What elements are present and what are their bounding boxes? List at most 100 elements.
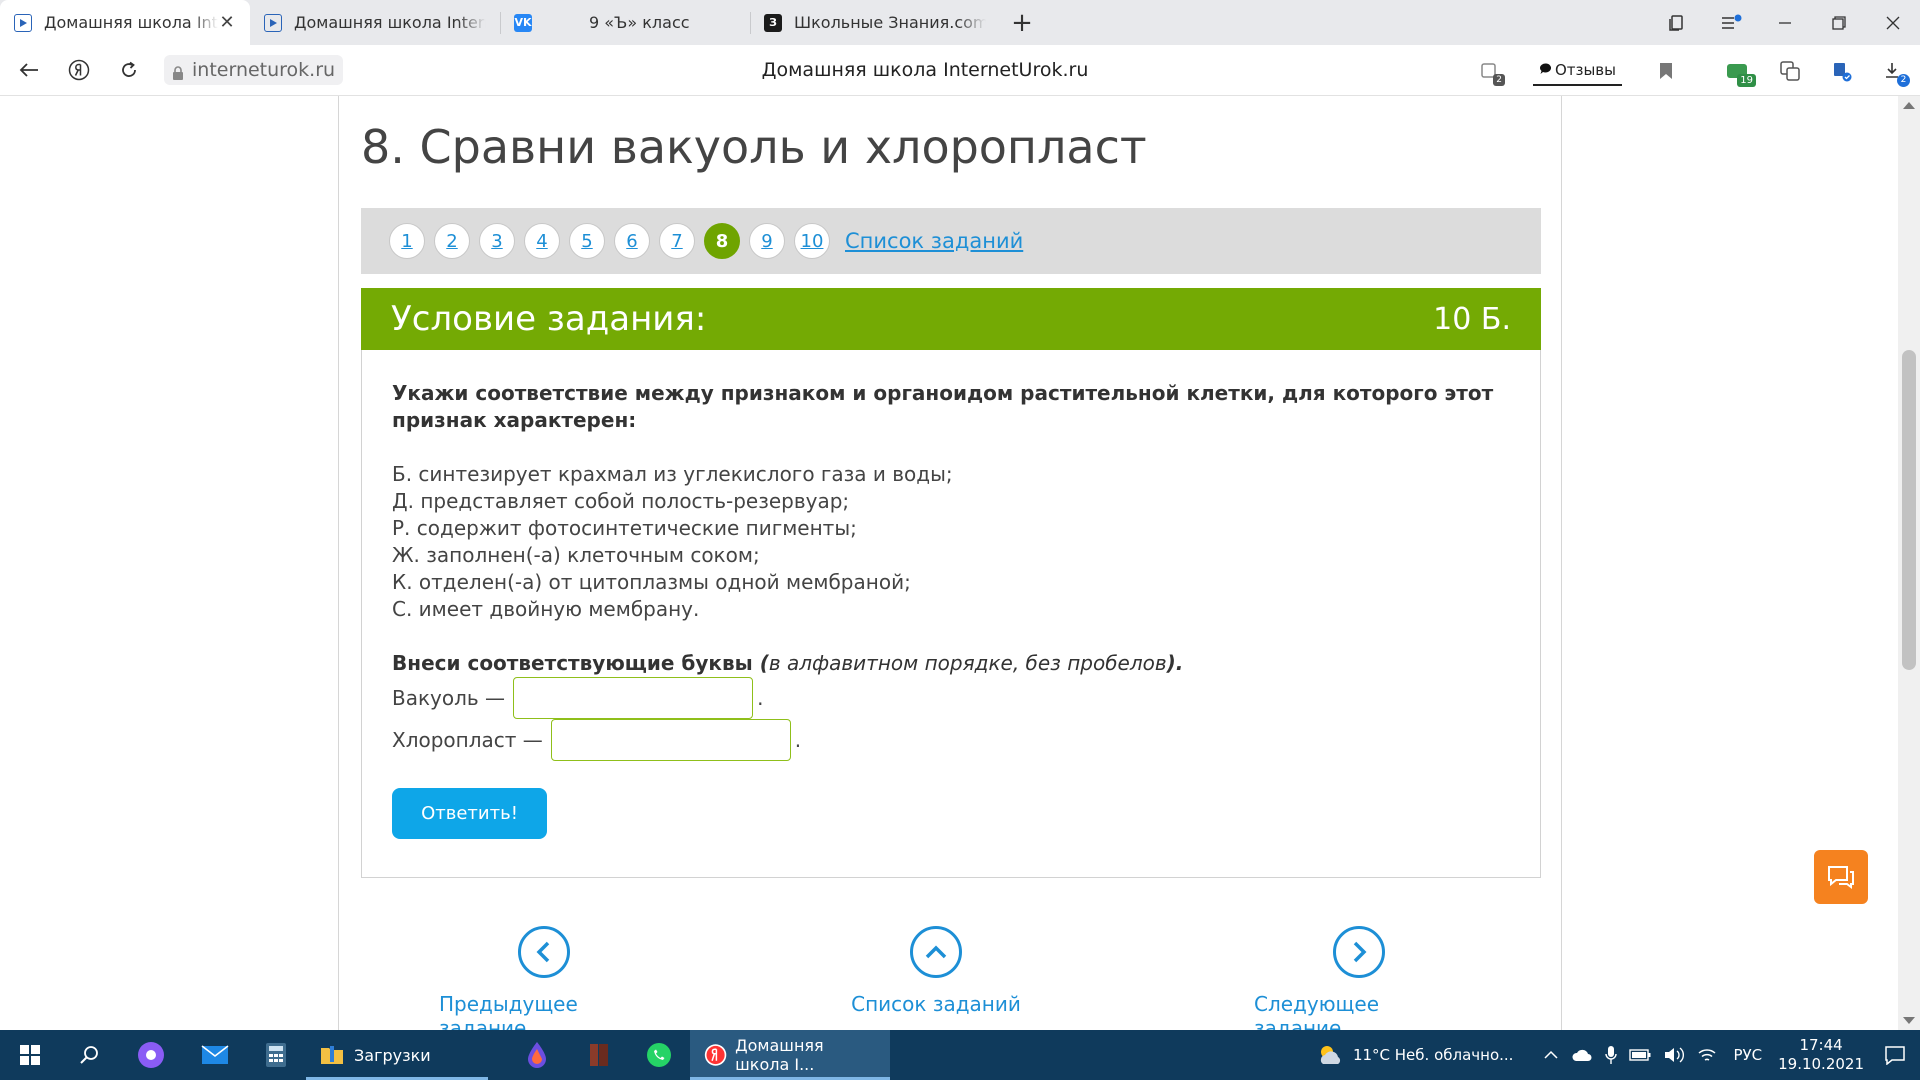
vk-icon: VK [514, 13, 532, 32]
speech-bubble-icon [1539, 61, 1552, 79]
chevron-up-icon [910, 926, 962, 978]
answer-label: Хлоропласт — [392, 728, 543, 752]
droplet-app-icon[interactable] [502, 1030, 572, 1080]
tabs-counter-icon[interactable]: 2 [1463, 45, 1515, 96]
reload-icon[interactable] [104, 45, 154, 96]
alice-assistant-icon[interactable] [118, 1030, 184, 1080]
volume-icon[interactable] [1657, 1030, 1691, 1080]
translate-icon[interactable] [1764, 45, 1816, 96]
mail-count-badge: 19 [1737, 74, 1756, 87]
url-field[interactable]: interneturok.ru [164, 55, 344, 85]
scroll-down-arrow-icon[interactable] [1903, 1017, 1915, 1024]
answer-dot: . [794, 728, 802, 752]
page-scrollbar[interactable] [1898, 96, 1920, 1030]
address-bar: interneturok.ru Домашняя школа InternetU… [0, 45, 1920, 96]
prev-task-label: Предыдущее задание [439, 992, 578, 1030]
books-app-icon[interactable] [572, 1030, 628, 1080]
answer-row-chloroplast: Хлоропласт — . [392, 719, 1510, 761]
answer-label: Вакуоль — [392, 686, 506, 710]
pager-item-4[interactable]: 4 [524, 223, 560, 259]
paren-open: ( [759, 651, 769, 675]
tab-znania[interactable]: З Школьные Знания.com - Р [750, 0, 1000, 45]
content-card: 8. Сравни вакуоль и хлоропласт 1 2 3 4 5… [338, 96, 1562, 1030]
prev-task-link[interactable]: Предыдущее задание [439, 926, 649, 1030]
toolbar-right: 2 Отзывы 19 2 [1463, 45, 1920, 96]
downloads-icon[interactable]: 2 [1868, 45, 1920, 96]
yandex-logo-icon[interactable] [54, 45, 104, 96]
vacuole-answer-input[interactable] [513, 677, 754, 719]
windows-logo-icon [20, 1045, 40, 1065]
search-icon[interactable] [60, 1030, 118, 1080]
pager-item-5[interactable]: 5 [569, 223, 605, 259]
downloads-count-badge: 2 [1897, 74, 1910, 87]
submit-answer-button[interactable]: Ответить! [392, 788, 547, 839]
pager-item-current: 8 [704, 223, 740, 259]
language-indicator[interactable]: РУС [1723, 1030, 1772, 1080]
collections-icon[interactable] [1650, 0, 1704, 45]
start-button[interactable] [0, 1030, 60, 1080]
statement-item: К. отделен(-а) от цитоплазмы одной мембр… [392, 570, 911, 594]
answer-prompt-hint: (в алфавитном порядке, без пробелов). [760, 651, 1184, 675]
tab-interneturok-2[interactable]: Домашняя школа Internet [250, 0, 500, 45]
calculator-icon[interactable] [246, 1030, 306, 1080]
next-task-label: Следующее задание [1254, 992, 1379, 1030]
play-icon [14, 13, 32, 32]
browser-tab-strip: Домашняя школа Inter ✕ Домашняя школа In… [0, 0, 1920, 45]
bottom-navigation: Предыдущее задание Список заданий Следую… [339, 926, 1563, 1030]
pager-item-9[interactable]: 9 [749, 223, 785, 259]
answer-dot: . [757, 686, 764, 710]
task-list-bottom-link[interactable]: Список заданий [851, 926, 1021, 1016]
system-tray: 11°C Неб. облачно... РУС 17:44 19.10.202… [1309, 1030, 1920, 1080]
next-task-link[interactable]: Следующее задание [1254, 926, 1464, 1030]
task-score: 10 Б. [1433, 301, 1511, 337]
mail-icon[interactable]: 19 [1712, 45, 1764, 96]
page-title: Домашняя школа InternetUrok.ru [761, 59, 1089, 81]
znania-icon: З [764, 13, 782, 32]
back-arrow-icon[interactable] [4, 45, 54, 96]
chloroplast-answer-input[interactable] [550, 719, 791, 761]
scrollbar-thumb[interactable] [1902, 350, 1916, 670]
bookmark-icon[interactable] [1640, 45, 1692, 96]
weather-widget[interactable]: 11°C Неб. облачно... [1309, 1030, 1519, 1080]
battery-icon[interactable] [1623, 1030, 1657, 1080]
cloud-icon[interactable] [1565, 1030, 1599, 1080]
mail-app-icon[interactable] [184, 1030, 246, 1080]
close-window-icon[interactable] [1866, 0, 1920, 45]
taskbar-app-browser[interactable]: Домашняя школа I... [690, 1030, 890, 1080]
tab-interneturok-1[interactable]: Домашняя школа Inter ✕ [0, 0, 250, 45]
pager-item-1[interactable]: 1 [389, 223, 425, 259]
pager-item-10[interactable]: 10 [794, 223, 830, 259]
microphone-icon[interactable] [1599, 1030, 1623, 1080]
extension-icon[interactable] [1816, 45, 1868, 96]
close-icon[interactable]: ✕ [218, 12, 236, 33]
reviews-button[interactable]: Отзывы [1532, 56, 1622, 86]
tab-title: Домашняя школа Internet [294, 13, 486, 32]
taskbar-app-label: Загрузки [354, 1045, 431, 1065]
reviews-label: Отзывы [1554, 60, 1616, 79]
taskbar-app-downloads[interactable]: Загрузки [306, 1030, 488, 1080]
task-list-link[interactable]: Список заданий [845, 229, 1023, 253]
clock-time: 17:44 [1799, 1036, 1843, 1054]
chevron-left-icon [518, 926, 570, 978]
weather-text: 11°C Неб. облачно... [1352, 1046, 1514, 1064]
statement-item: С. имеет двойную мембрану. [392, 597, 700, 621]
menu-icon[interactable] [1704, 0, 1758, 45]
task-heading: 8. Сравни вакуоль и хлоропласт [361, 120, 1147, 174]
new-tab-button[interactable]: + [1000, 0, 1044, 45]
chat-icon [1828, 866, 1854, 889]
task-header-title: Условие задания: [391, 299, 707, 339]
tab-vk-class[interactable]: VK 9 «Ъ» класс [500, 0, 750, 45]
minimize-icon[interactable] [1758, 0, 1812, 45]
pager-item-2[interactable]: 2 [434, 223, 470, 259]
chevron-up-icon[interactable] [1537, 1030, 1565, 1080]
pager-item-3[interactable]: 3 [479, 223, 515, 259]
pager-item-7[interactable]: 7 [659, 223, 695, 259]
restore-icon[interactable] [1812, 0, 1866, 45]
whatsapp-icon[interactable] [628, 1030, 690, 1080]
system-clock[interactable]: 17:44 19.10.2021 [1772, 1030, 1870, 1080]
chat-widget-button[interactable] [1814, 850, 1868, 904]
pager-item-6[interactable]: 6 [614, 223, 650, 259]
scroll-up-arrow-icon[interactable] [1903, 102, 1915, 109]
notifications-icon[interactable] [1870, 1030, 1920, 1080]
wifi-icon[interactable] [1691, 1030, 1723, 1080]
